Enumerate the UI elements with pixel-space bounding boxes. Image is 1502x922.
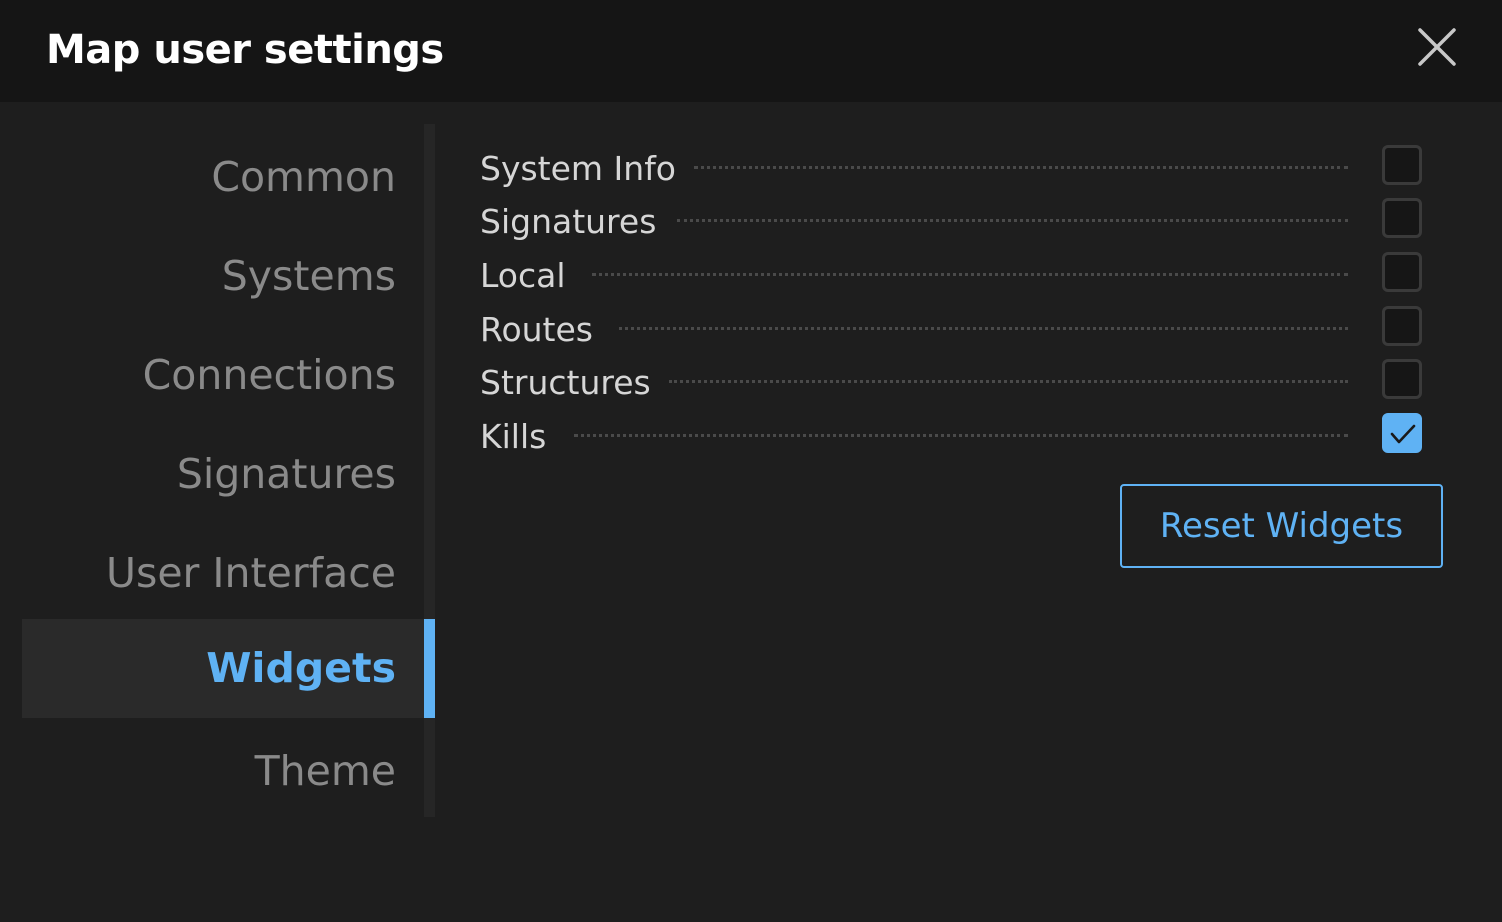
sidebar-item-label: Common [211, 153, 396, 201]
widget-label: Structures [480, 363, 651, 402]
dotted-leader [694, 166, 1348, 169]
active-tab-indicator [424, 619, 435, 718]
sidebar-item-theme[interactable]: Theme [22, 722, 424, 821]
sidebar-item-common[interactable]: Common [22, 128, 424, 227]
widget-row-structures: Structures [478, 354, 1428, 408]
sidebar-item-user-interface[interactable]: User Interface [22, 524, 424, 623]
sidebar-item-label: User Interface [105, 549, 396, 597]
dotted-leader [592, 273, 1348, 276]
widget-row-routes: Routes [478, 301, 1428, 355]
widget-checkbox[interactable] [1382, 413, 1422, 453]
dialog-header: Map user settings [0, 0, 1502, 102]
widget-label: System Info [480, 149, 677, 188]
widget-checkbox[interactable] [1382, 306, 1422, 346]
widget-row-system-info: System Info [478, 140, 1428, 194]
sidebar-item-connections[interactable]: Connections [22, 326, 424, 425]
widget-label: Signatures [480, 202, 657, 241]
widget-row-signatures: Signatures [478, 193, 1428, 247]
widget-label: Local [480, 256, 566, 295]
checkmark-icon [1390, 424, 1416, 444]
sidebar-item-label: Systems [221, 252, 396, 300]
sidebar-item-label: Signatures [176, 450, 396, 498]
widget-label: Routes [480, 310, 593, 349]
widget-checkbox[interactable] [1382, 359, 1422, 399]
sidebar-item-label: Widgets [206, 644, 396, 692]
settings-sidebar: Common Systems Connections Signatures Us… [22, 124, 435, 817]
dotted-leader [574, 434, 1348, 437]
dotted-leader [619, 327, 1348, 330]
sidebar-item-label: Connections [142, 351, 396, 399]
sidebar-item-label: Theme [254, 747, 396, 795]
widget-label: Kills [480, 417, 547, 456]
close-icon [1418, 28, 1456, 66]
settings-dialog: Map user settings Common Systems Connect… [0, 0, 1502, 922]
dotted-leader [677, 219, 1348, 222]
widget-checkbox[interactable] [1382, 198, 1422, 238]
reset-widgets-button[interactable]: Reset Widgets [1120, 484, 1443, 568]
widget-row-kills: Kills [478, 408, 1428, 462]
sidebar-item-signatures[interactable]: Signatures [22, 425, 424, 524]
dotted-leader [669, 380, 1348, 383]
dialog-title: Map user settings [46, 27, 444, 73]
widget-checkbox[interactable] [1382, 252, 1422, 292]
close-button[interactable] [1412, 22, 1462, 72]
sidebar-item-systems[interactable]: Systems [22, 227, 424, 326]
widget-checkbox[interactable] [1382, 145, 1422, 185]
sidebar-item-widgets[interactable]: Widgets [22, 619, 424, 718]
widget-row-local: Local [478, 247, 1428, 301]
